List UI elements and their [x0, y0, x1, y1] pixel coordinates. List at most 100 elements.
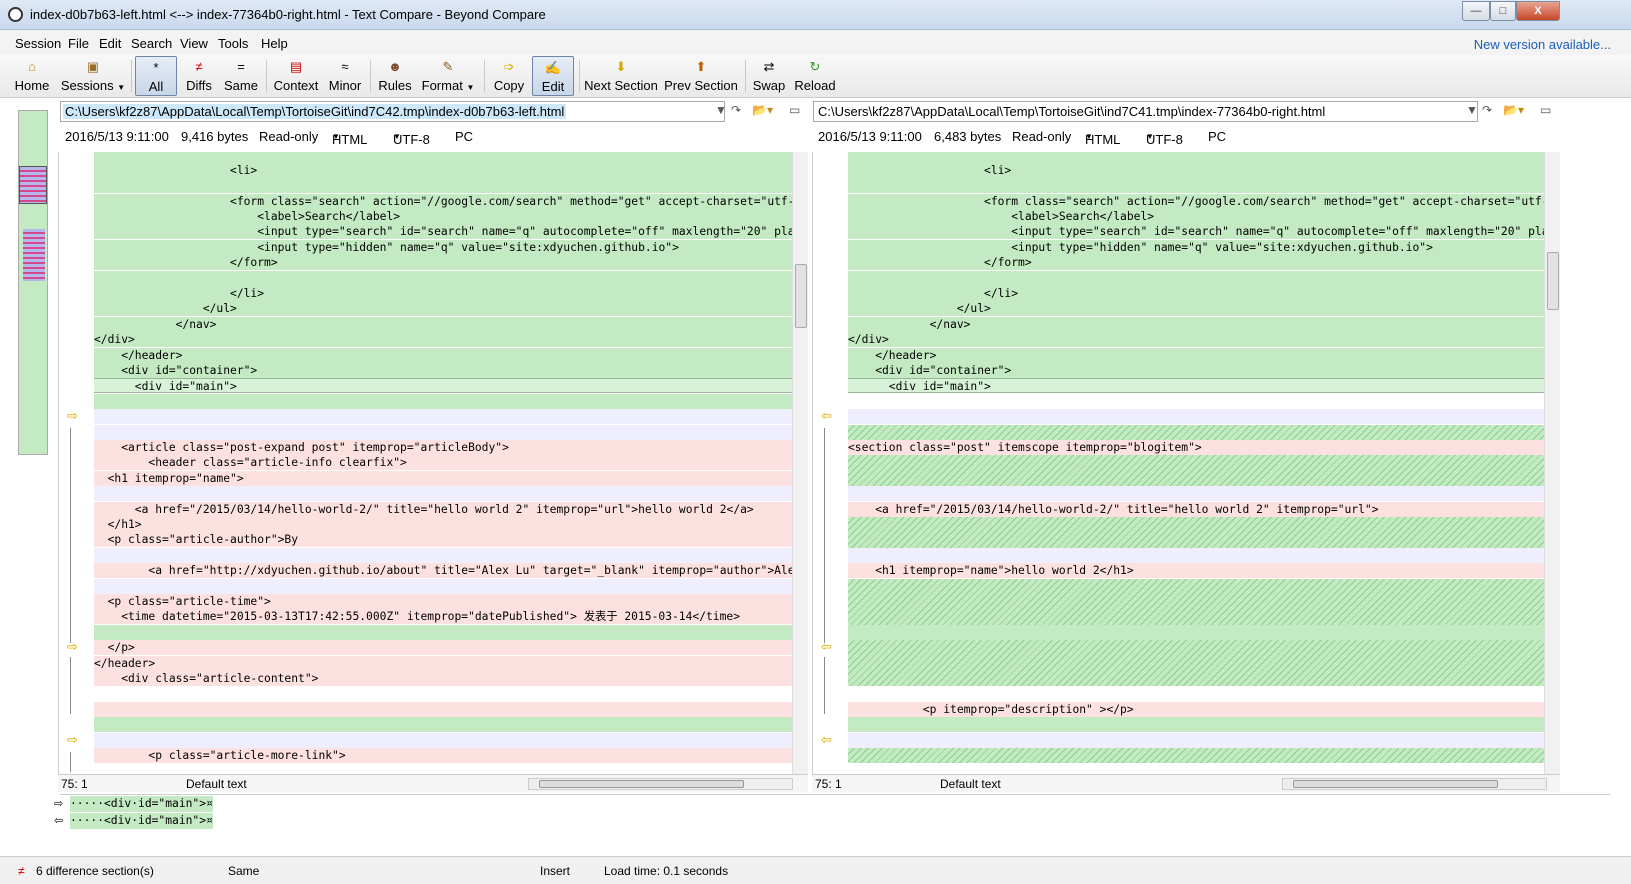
same-button[interactable]: = Same: [222, 56, 260, 96]
code-line: <input type="search" id="search" name="q…: [848, 224, 1544, 240]
left-cursor-position: 75: 1: [61, 777, 88, 791]
left-path-field[interactable]: C:\Users\kf2z87\AppData\Local\Temp\Torto…: [60, 101, 725, 122]
rules-button[interactable]: ☻ Rules: [377, 56, 413, 96]
line-detail-left: ·····<div·id="main">¤: [70, 796, 213, 812]
code-line: [848, 409, 1544, 425]
open-folder-icon[interactable]: 📂▾: [1503, 103, 1524, 117]
code-line: </li>: [848, 286, 1544, 302]
diffs-button[interactable]: ≠ Diffs: [181, 56, 217, 96]
right-horizontal-scrollbar[interactable]: [1282, 778, 1547, 790]
code-line: <form class="search" action="//google.co…: [848, 194, 1544, 210]
code-line: [94, 579, 792, 595]
code-line: </li>: [94, 286, 792, 302]
menu-help[interactable]: Help: [261, 36, 288, 51]
right-vertical-scrollbar[interactable]: [1544, 152, 1560, 774]
left-text-pane[interactable]: ⇨ ⇨ ⇨ <li> <form class="search" action="…: [58, 152, 808, 774]
left-readonly[interactable]: Read-only: [259, 129, 318, 144]
left-lineend[interactable]: PC: [455, 129, 473, 144]
next-section-button[interactable]: ⬇ Next Section: [584, 56, 658, 96]
minimize-button[interactable]: —: [1462, 1, 1490, 21]
all-button[interactable]: * All: [135, 56, 177, 96]
sessions-button[interactable]: ▣ Sessions ▼: [58, 56, 128, 96]
code-line-diff: </h1>: [94, 517, 792, 533]
diff-count: 6 difference section(s): [36, 864, 154, 878]
right-gutter: ⇦ ⇦ ⇦: [813, 152, 848, 774]
save-icon[interactable]: ▭: [789, 103, 800, 117]
edit-button[interactable]: ✍ Edit: [532, 56, 574, 96]
close-button[interactable]: X: [1516, 1, 1560, 21]
code-line: </header>: [94, 348, 792, 364]
code-line: </nav>: [848, 317, 1544, 333]
same-icon: =: [237, 59, 245, 74]
code-line: [94, 625, 792, 641]
save-icon[interactable]: ▭: [1540, 103, 1551, 117]
diff-overview-map[interactable]: [18, 110, 48, 455]
scroll-thumb[interactable]: [795, 264, 807, 328]
overview-viewport[interactable]: [19, 166, 47, 204]
copy-left-arrow-icon[interactable]: ⇦: [821, 732, 832, 748]
copy-right-arrow-icon[interactable]: ⇨: [67, 639, 78, 655]
left-code[interactable]: <li> <form class="search" action="//goog…: [94, 152, 792, 774]
menu-search[interactable]: Search: [131, 36, 172, 51]
scroll-thumb[interactable]: [539, 780, 744, 788]
code-line: <li>: [848, 163, 1544, 179]
menu-edit[interactable]: Edit: [99, 36, 121, 51]
edit-mode: Insert: [540, 864, 571, 878]
maximize-button[interactable]: □: [1490, 1, 1516, 21]
menu-view[interactable]: View: [180, 36, 208, 51]
code-line-diff: <p class="article-time">: [94, 594, 792, 610]
title-bar: index-d0b7b63-left.html <--> index-77364…: [0, 0, 1631, 30]
code-line: <form class="search" action="//google.co…: [94, 194, 792, 210]
left-text-type: Default text: [186, 777, 247, 791]
open-folder-icon[interactable]: 📂▾: [752, 103, 773, 117]
scroll-thumb[interactable]: [1547, 252, 1559, 310]
copy-button[interactable]: ➩ Copy: [490, 56, 528, 96]
code-line-diff: <div class="article-content">: [94, 671, 792, 687]
reload-button[interactable]: ↻ Reload: [793, 56, 837, 96]
code-line-missing: [848, 640, 1544, 686]
line-detail-pane[interactable]: ⇨ ·····<div·id="main">¤ ⇦ ·····<div·id="…: [54, 794, 1610, 838]
code-line-missing: [848, 455, 1544, 486]
history-icon[interactable]: ↷: [731, 103, 741, 117]
toolbar-separator: [266, 60, 267, 92]
format-button[interactable]: ✎ Format ▼: [418, 56, 478, 96]
left-vertical-scrollbar[interactable]: [792, 152, 808, 774]
context-button[interactable]: ▤ Context: [272, 56, 320, 96]
copy-left-arrow-icon[interactable]: ⇦: [821, 408, 832, 424]
menu-session[interactable]: Session: [15, 36, 61, 51]
menu-tools[interactable]: Tools: [218, 36, 248, 51]
copy-icon: ➩: [503, 59, 515, 74]
chevron-down-icon[interactable]: ▼: [1466, 103, 1478, 117]
load-time: Load time: 0.1 seconds: [604, 864, 729, 878]
menu-file[interactable]: File: [68, 36, 89, 51]
prev-section-button[interactable]: ⬆ Prev Section: [664, 56, 738, 96]
code-line-diff: <p class="article-more-link">: [94, 748, 792, 764]
menu-bar: Session File Edit Search View Tools Help…: [0, 30, 1631, 55]
history-icon[interactable]: ↷: [1482, 103, 1492, 117]
left-size: 9,416 bytes: [181, 129, 249, 144]
left-horizontal-scrollbar[interactable]: [528, 778, 793, 790]
chevron-down-icon: ▼: [332, 132, 340, 141]
right-lineend[interactable]: PC: [1208, 129, 1226, 144]
scroll-thumb[interactable]: [1293, 780, 1498, 788]
copy-right-arrow-icon[interactable]: ⇨: [67, 408, 78, 424]
right-path-field[interactable]: C:\Users\kf2z87\AppData\Local\Temp\Torto…: [813, 101, 1478, 122]
code-line: </header>: [848, 348, 1544, 364]
code-line-diff: <section class="post" itemscope itemprop…: [848, 440, 1544, 456]
left-arrow-icon: ⇦: [54, 815, 64, 827]
new-version-link[interactable]: New version available...: [1474, 37, 1611, 52]
right-date: 2016/5/13 9:11:00: [818, 129, 922, 144]
code-line: [848, 625, 1544, 641]
code-line: [848, 733, 1544, 749]
minor-button[interactable]: ≈ Minor: [325, 56, 365, 96]
code-line-diff: <p class="article-author">By: [94, 532, 792, 548]
copy-left-arrow-icon[interactable]: ⇦: [821, 639, 832, 655]
home-button[interactable]: ⌂ Home: [10, 56, 54, 96]
chevron-down-icon[interactable]: ▼: [715, 103, 727, 117]
swap-button[interactable]: ⇄ Swap: [751, 56, 787, 96]
right-readonly[interactable]: Read-only: [1012, 129, 1071, 144]
copy-right-arrow-icon[interactable]: ⇨: [67, 732, 78, 748]
right-text-pane[interactable]: ⇦ ⇦ ⇦ <li> <form class="search" action="…: [812, 152, 1560, 774]
right-code[interactable]: <li> <form class="search" action="//goog…: [848, 152, 1544, 774]
toolbar-separator: [579, 60, 580, 92]
